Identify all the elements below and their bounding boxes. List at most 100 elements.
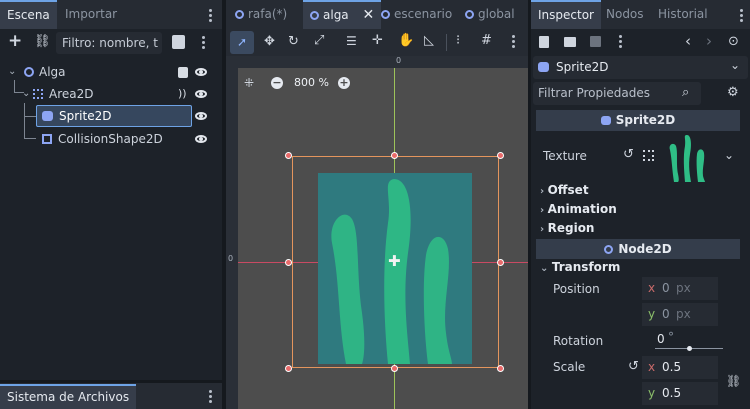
collapse-arrow-icon[interactable]: ⌄ xyxy=(8,61,16,83)
scale-y-field[interactable]: y 0.5 xyxy=(642,382,718,405)
slider-thumb[interactable] xyxy=(686,346,692,351)
rotate-tool-icon[interactable]: ↻ xyxy=(288,34,299,49)
texture-preview[interactable] xyxy=(666,134,712,182)
history-list-icon[interactable]: ⊙ xyxy=(728,34,739,49)
chevron-down-icon[interactable]: ⌄ xyxy=(724,148,734,162)
tab-importar[interactable]: Importar xyxy=(58,0,124,29)
save-resource-icon[interactable] xyxy=(590,36,601,47)
chevron-down-icon: ⌄ xyxy=(540,263,552,274)
property-filter-input[interactable]: Filtrar Propiedades ⌕ xyxy=(533,82,701,105)
visibility-eye-icon[interactable] xyxy=(195,135,207,143)
tree-node-area2d[interactable]: ⌄ Area2D )) xyxy=(0,83,222,105)
list-select-icon[interactable]: ☰ xyxy=(346,34,357,48)
scene-tab-menu-icon[interactable] xyxy=(209,9,213,24)
resize-handle[interactable] xyxy=(285,259,292,266)
zoom-in-icon[interactable]: + xyxy=(338,77,350,89)
reset-texture-icon[interactable]: ↺ xyxy=(623,147,634,162)
attach-script-icon[interactable] xyxy=(172,35,185,49)
move-tool-icon[interactable]: ✥ xyxy=(264,34,275,49)
tab-nodos[interactable]: Nodos xyxy=(599,0,651,29)
resize-handle[interactable] xyxy=(285,365,292,372)
unit-label: px xyxy=(676,281,691,295)
axis-y-label: y xyxy=(648,307,656,321)
node-selector-label: Sprite2D xyxy=(556,60,609,74)
position-y-field[interactable]: y 0 px xyxy=(642,303,718,326)
new-resource-icon[interactable] xyxy=(539,36,549,48)
history-forward-icon[interactable]: › xyxy=(706,32,712,50)
filesystem-menu-icon[interactable] xyxy=(209,390,213,405)
close-tab-icon[interactable]: ✕ xyxy=(363,7,375,23)
resize-handle[interactable] xyxy=(391,152,398,159)
open-resource-icon[interactable] xyxy=(564,37,576,47)
pan-tool-icon[interactable]: ✋ xyxy=(398,33,414,48)
tree-node-sprite2d[interactable]: Sprite2D xyxy=(36,105,192,127)
reset-scale-icon[interactable]: ↺ xyxy=(628,359,639,374)
scale-x-field[interactable]: x 0.5 xyxy=(642,356,718,379)
tree-node-collisionshape2d[interactable]: CollisionShape2D xyxy=(0,128,222,150)
tree-node-label: Sprite2D xyxy=(59,109,112,123)
scale-tool-icon[interactable]: ⤢ xyxy=(314,33,324,48)
tree-node-alga[interactable]: ⌄ Alga xyxy=(0,61,222,83)
visibility-eye-icon[interactable] xyxy=(195,112,207,120)
resize-handle[interactable] xyxy=(391,365,398,372)
visibility-eye-icon[interactable] xyxy=(195,68,207,76)
section-region[interactable]: › Region xyxy=(540,221,750,235)
position-x-field[interactable]: x 0 px xyxy=(642,277,718,300)
center-view-icon[interactable]: ⁜ xyxy=(244,76,254,90)
tab-inspector[interactable]: Inspector xyxy=(531,0,601,29)
panel-divider[interactable] xyxy=(528,0,531,409)
toolbar-separator xyxy=(446,34,447,51)
zoom-out-icon[interactable]: − xyxy=(271,77,283,89)
scene-filter-input[interactable]: Filtro: nombre, t xyxy=(56,32,162,54)
property-settings-icon[interactable]: ⚙ xyxy=(727,85,739,100)
resize-handle[interactable] xyxy=(497,152,504,159)
inspector-tab-menu-icon[interactable] xyxy=(740,9,744,24)
pivot-cross-icon[interactable]: ✚ xyxy=(388,254,401,269)
link-scale-icon[interactable]: ⛓ xyxy=(726,374,741,388)
tree-node-label: Area2D xyxy=(49,87,94,101)
section-offset[interactable]: › Offset xyxy=(540,183,750,197)
texture-options-icon[interactable] xyxy=(643,150,654,161)
node-selector[interactable]: Sprite2D ⌄ xyxy=(533,56,748,79)
position-x-value: 0 xyxy=(662,281,670,295)
tab-filesystem[interactable]: Sistema de Archivos xyxy=(0,384,137,409)
tab-rafa[interactable]: rafa(*) xyxy=(228,0,294,29)
resize-handle[interactable] xyxy=(497,365,504,372)
grid-icon[interactable]: # xyxy=(481,33,492,48)
add-node-icon[interactable]: + xyxy=(8,31,22,51)
tab-alga[interactable]: alga ✕ xyxy=(303,0,382,29)
collapse-arrow-icon[interactable]: ⌄ xyxy=(22,83,30,105)
resize-handle[interactable] xyxy=(285,152,292,159)
panel-divider[interactable] xyxy=(0,380,222,383)
signal-icon[interactable]: )) xyxy=(178,83,187,105)
canvas-toolbar: ➚ ✥ ↻ ⤢ ☰ ✛ ✋ ◺ ⁝ # xyxy=(226,29,528,56)
panel-divider[interactable] xyxy=(222,0,226,409)
section-transform[interactable]: ⌄ Transform xyxy=(540,260,750,274)
rotation-slider[interactable]: 0 ° xyxy=(651,330,727,352)
link-icon[interactable]: ⛓ xyxy=(34,34,51,49)
scene-options-icon[interactable] xyxy=(202,36,206,51)
position-y-value: 0 xyxy=(662,307,670,321)
pivot-tool-icon[interactable]: ✛ xyxy=(372,33,383,48)
canvas-options-icon[interactable] xyxy=(512,35,516,50)
tab-historial[interactable]: Historial xyxy=(651,0,715,29)
chevron-down-icon: ⌄ xyxy=(730,58,741,72)
snap-icon[interactable]: ⁝ xyxy=(456,33,460,48)
section-animation[interactable]: › Animation xyxy=(540,202,750,216)
tab-escena[interactable]: Escena xyxy=(0,0,57,29)
visibility-eye-icon[interactable] xyxy=(195,90,207,98)
script-icon[interactable] xyxy=(178,67,188,78)
ruler-tool-icon[interactable]: ◺ xyxy=(424,33,434,48)
canvas-viewport[interactable]: 0 0 ✚ ⁜ − 800 % + xyxy=(226,56,528,409)
tab-escenario[interactable]: escenario xyxy=(374,0,459,29)
inspector-options-icon[interactable] xyxy=(619,35,623,50)
sprite2d-icon xyxy=(600,116,611,125)
section-label: Animation xyxy=(547,202,617,216)
class-header-node2d: Node2D xyxy=(536,239,740,259)
scale-label: Scale xyxy=(553,360,586,374)
history-back-icon[interactable]: ‹ xyxy=(685,32,691,50)
resize-handle[interactable] xyxy=(497,259,504,266)
select-tool-icon[interactable]: ➚ xyxy=(230,31,254,54)
zoom-level[interactable]: 800 % xyxy=(294,76,329,89)
tab-global[interactable]: global xyxy=(458,0,522,29)
